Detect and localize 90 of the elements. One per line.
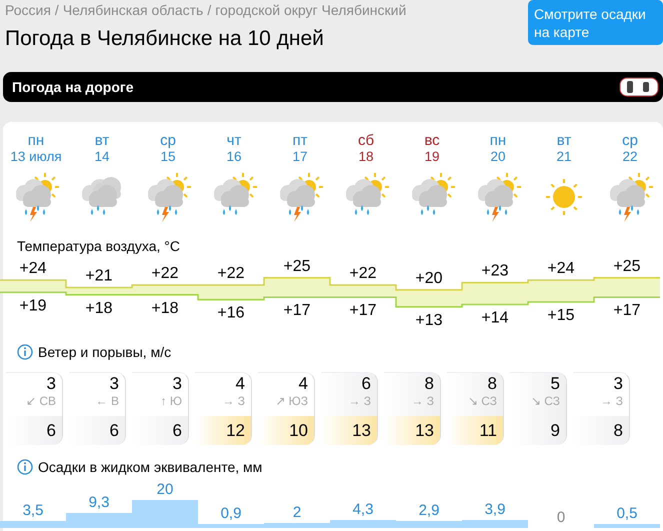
date-label: 15 [160,149,176,165]
date-label: 16 [226,149,242,165]
wind-gust: 13 [321,416,377,445]
date-label: 22 [622,149,638,165]
precipitation-heading: Осадки в жидком эквиваленте, мм [38,459,262,475]
breadcrumb-separator: / [207,2,212,18]
weekday-label: вт [94,133,110,149]
wind-gust: 11 [447,416,503,445]
wind-direction: ↗ ЮЗ [275,394,308,408]
min-temperature: +14 [481,309,509,326]
wind-gust: 13 [384,416,440,445]
wind-direction: → З [600,394,623,408]
weekday-label: пн [490,133,506,149]
weekday-label: вс [424,133,440,149]
precipitation-value: 0,9 [220,504,242,522]
wind-speed: 8 [424,373,434,394]
max-temperature: +25 [613,258,641,275]
precipitation-value: 2 [292,504,302,520]
min-temperature: +18 [85,300,113,317]
breadcrumb-separator: / [54,2,59,18]
max-temperature: +20 [415,270,443,287]
max-temperature: +21 [85,267,113,284]
date-label: 14 [94,149,110,165]
wind-direction: ↙ СВ [26,394,56,408]
precipitation-value: 0 [556,509,566,526]
date-label: 13 июля [10,149,62,165]
weekday-label: сб [358,133,374,149]
breadcrumb-link[interactable]: городской округ Челябинский [215,2,406,18]
weekday-label: ср [622,133,638,149]
date-label: 18 [358,149,374,165]
wind-direction: → З [348,394,371,408]
weekday-label: пн [28,133,44,149]
page-title: Погода в Челябинске на 10 дней [5,27,325,51]
wind-speed: 3 [614,373,623,394]
date-label: 19 [424,149,440,165]
wind-direction: → З [411,394,434,408]
date-label: 21 [556,149,572,165]
temperature-heading: Температура воздуха, °C [17,238,180,254]
road-weather-bar[interactable]: Погода на дороге [3,72,663,102]
wind-speed: 3 [46,373,56,394]
max-temperature: +22 [349,265,377,282]
min-temperature: +16 [217,304,245,322]
wind-gust: 12 [195,416,251,445]
wind-speed: 4 [298,373,308,394]
wind-gust: 10 [258,416,314,445]
max-temperature: +22 [217,265,245,282]
info-icon[interactable] [17,344,33,360]
wind-speed: 4 [236,373,245,394]
precipitation-value: 20 [156,481,174,498]
precipitation-value: 3,9 [484,501,506,518]
wind-speed: 8 [488,373,497,394]
min-temperature: +18 [151,300,179,317]
wind-direction: ← В [96,394,119,408]
weekday-label: чт [226,133,242,149]
max-temperature: +22 [151,265,179,282]
max-temperature: +23 [481,262,509,280]
min-temperature: +15 [547,307,575,324]
breadcrumb-link[interactable]: Россия [5,2,51,18]
wind-speed: 3 [172,373,182,394]
precipitation-value: 3,5 [22,502,44,519]
wind-heading: Ветер и порывы, м/с [38,344,172,360]
precipitation-value: 9,3 [88,494,110,512]
wind-direction: → З [222,394,245,408]
wind-speed: 5 [550,373,560,394]
min-temperature: +17 [283,302,311,320]
precipitation-bar [594,524,660,528]
weekday-label: вт [556,133,572,149]
road-weather-label: Погода на дороге [12,79,134,95]
max-temperature: +24 [547,260,575,278]
date-label: 20 [490,149,506,165]
wind-speed: 6 [362,373,371,394]
max-temperature: +24 [19,260,47,278]
min-temperature: +17 [349,302,377,320]
precipitation-value: 2,9 [418,502,440,520]
wind-direction: ↘ СЗ [530,394,560,408]
weekday-label: пт [292,133,308,149]
min-temperature: +13 [415,312,443,329]
precipitation-value: 0,5 [616,505,638,522]
wind-direction: ↑ Ю [160,394,182,408]
info-icon[interactable] [17,459,33,475]
wind-speed: 3 [110,373,119,394]
breadcrumb-link[interactable]: Челябинская область [62,2,204,18]
map-button[interactable]: Смотрите осадки на карте [528,0,663,45]
min-temperature: +17 [613,302,641,320]
min-temperature: +19 [19,297,47,314]
weekday-label: ср [160,133,176,149]
wind-direction: ↘ СЗ [468,394,497,408]
max-temperature: +25 [283,258,311,275]
precipitation-value: 4,3 [352,500,374,518]
date-label: 17 [292,149,308,165]
